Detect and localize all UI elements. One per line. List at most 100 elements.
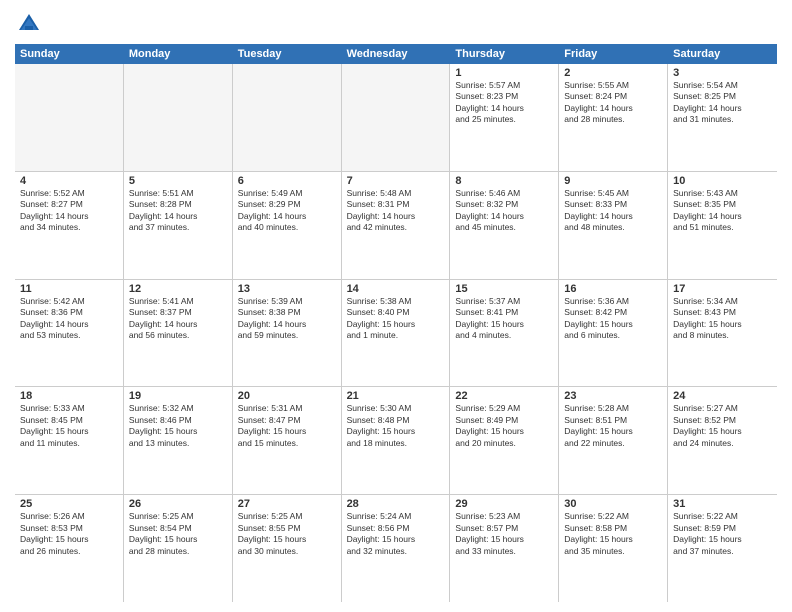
- day-number: 28: [347, 498, 445, 510]
- table-row: 15Sunrise: 5:37 AM Sunset: 8:41 PM Dayli…: [450, 280, 559, 387]
- day-number: 29: [455, 498, 553, 510]
- table-row: 23Sunrise: 5:28 AM Sunset: 8:51 PM Dayli…: [559, 387, 668, 494]
- calendar: SundayMondayTuesdayWednesdayThursdayFrid…: [15, 44, 777, 602]
- table-row: 7Sunrise: 5:48 AM Sunset: 8:31 PM Daylig…: [342, 172, 451, 279]
- day-number: 30: [564, 498, 662, 510]
- calendar-header: SundayMondayTuesdayWednesdayThursdayFrid…: [15, 44, 777, 64]
- day-info: Sunrise: 5:23 AM Sunset: 8:57 PM Dayligh…: [455, 511, 553, 557]
- day-info: Sunrise: 5:45 AM Sunset: 8:33 PM Dayligh…: [564, 188, 662, 234]
- calendar-row-4: 25Sunrise: 5:26 AM Sunset: 8:53 PM Dayli…: [15, 495, 777, 602]
- day-info: Sunrise: 5:33 AM Sunset: 8:45 PM Dayligh…: [20, 403, 118, 449]
- table-row: 4Sunrise: 5:52 AM Sunset: 8:27 PM Daylig…: [15, 172, 124, 279]
- calendar-row-1: 4Sunrise: 5:52 AM Sunset: 8:27 PM Daylig…: [15, 172, 777, 280]
- table-row: 12Sunrise: 5:41 AM Sunset: 8:37 PM Dayli…: [124, 280, 233, 387]
- day-number: 18: [20, 390, 118, 402]
- day-number: 24: [673, 390, 772, 402]
- table-row: 16Sunrise: 5:36 AM Sunset: 8:42 PM Dayli…: [559, 280, 668, 387]
- day-number: 6: [238, 175, 336, 187]
- table-row: 27Sunrise: 5:25 AM Sunset: 8:55 PM Dayli…: [233, 495, 342, 602]
- day-number: 10: [673, 175, 772, 187]
- table-row: 24Sunrise: 5:27 AM Sunset: 8:52 PM Dayli…: [668, 387, 777, 494]
- day-info: Sunrise: 5:22 AM Sunset: 8:58 PM Dayligh…: [564, 511, 662, 557]
- day-number: 19: [129, 390, 227, 402]
- day-info: Sunrise: 5:42 AM Sunset: 8:36 PM Dayligh…: [20, 296, 118, 342]
- table-row: 31Sunrise: 5:22 AM Sunset: 8:59 PM Dayli…: [668, 495, 777, 602]
- header-day-sunday: Sunday: [15, 44, 124, 64]
- day-number: 12: [129, 283, 227, 295]
- logo-icon: [15, 10, 43, 38]
- day-info: Sunrise: 5:41 AM Sunset: 8:37 PM Dayligh…: [129, 296, 227, 342]
- table-row: 9Sunrise: 5:45 AM Sunset: 8:33 PM Daylig…: [559, 172, 668, 279]
- day-info: Sunrise: 5:34 AM Sunset: 8:43 PM Dayligh…: [673, 296, 772, 342]
- day-number: 5: [129, 175, 227, 187]
- table-row: [124, 64, 233, 171]
- day-number: 16: [564, 283, 662, 295]
- day-number: 31: [673, 498, 772, 510]
- day-info: Sunrise: 5:26 AM Sunset: 8:53 PM Dayligh…: [20, 511, 118, 557]
- day-number: 21: [347, 390, 445, 402]
- day-info: Sunrise: 5:55 AM Sunset: 8:24 PM Dayligh…: [564, 80, 662, 126]
- day-info: Sunrise: 5:57 AM Sunset: 8:23 PM Dayligh…: [455, 80, 553, 126]
- table-row: [233, 64, 342, 171]
- day-info: Sunrise: 5:39 AM Sunset: 8:38 PM Dayligh…: [238, 296, 336, 342]
- table-row: 6Sunrise: 5:49 AM Sunset: 8:29 PM Daylig…: [233, 172, 342, 279]
- day-number: 25: [20, 498, 118, 510]
- table-row: 21Sunrise: 5:30 AM Sunset: 8:48 PM Dayli…: [342, 387, 451, 494]
- calendar-body: 1Sunrise: 5:57 AM Sunset: 8:23 PM Daylig…: [15, 64, 777, 602]
- table-row: 5Sunrise: 5:51 AM Sunset: 8:28 PM Daylig…: [124, 172, 233, 279]
- day-info: Sunrise: 5:54 AM Sunset: 8:25 PM Dayligh…: [673, 80, 772, 126]
- day-info: Sunrise: 5:31 AM Sunset: 8:47 PM Dayligh…: [238, 403, 336, 449]
- header: [15, 10, 777, 38]
- table-row: 11Sunrise: 5:42 AM Sunset: 8:36 PM Dayli…: [15, 280, 124, 387]
- day-info: Sunrise: 5:22 AM Sunset: 8:59 PM Dayligh…: [673, 511, 772, 557]
- day-number: 14: [347, 283, 445, 295]
- day-info: Sunrise: 5:30 AM Sunset: 8:48 PM Dayligh…: [347, 403, 445, 449]
- logo: [15, 10, 45, 38]
- day-info: Sunrise: 5:49 AM Sunset: 8:29 PM Dayligh…: [238, 188, 336, 234]
- day-info: Sunrise: 5:32 AM Sunset: 8:46 PM Dayligh…: [129, 403, 227, 449]
- day-info: Sunrise: 5:36 AM Sunset: 8:42 PM Dayligh…: [564, 296, 662, 342]
- table-row: 22Sunrise: 5:29 AM Sunset: 8:49 PM Dayli…: [450, 387, 559, 494]
- table-row: 14Sunrise: 5:38 AM Sunset: 8:40 PM Dayli…: [342, 280, 451, 387]
- header-day-thursday: Thursday: [450, 44, 559, 64]
- day-info: Sunrise: 5:28 AM Sunset: 8:51 PM Dayligh…: [564, 403, 662, 449]
- day-info: Sunrise: 5:25 AM Sunset: 8:54 PM Dayligh…: [129, 511, 227, 557]
- day-number: 23: [564, 390, 662, 402]
- day-info: Sunrise: 5:38 AM Sunset: 8:40 PM Dayligh…: [347, 296, 445, 342]
- day-info: Sunrise: 5:29 AM Sunset: 8:49 PM Dayligh…: [455, 403, 553, 449]
- calendar-row-0: 1Sunrise: 5:57 AM Sunset: 8:23 PM Daylig…: [15, 64, 777, 172]
- table-row: 28Sunrise: 5:24 AM Sunset: 8:56 PM Dayli…: [342, 495, 451, 602]
- table-row: 10Sunrise: 5:43 AM Sunset: 8:35 PM Dayli…: [668, 172, 777, 279]
- day-number: 2: [564, 67, 662, 79]
- table-row: [15, 64, 124, 171]
- table-row: 26Sunrise: 5:25 AM Sunset: 8:54 PM Dayli…: [124, 495, 233, 602]
- day-number: 15: [455, 283, 553, 295]
- day-number: 22: [455, 390, 553, 402]
- table-row: 1Sunrise: 5:57 AM Sunset: 8:23 PM Daylig…: [450, 64, 559, 171]
- day-info: Sunrise: 5:52 AM Sunset: 8:27 PM Dayligh…: [20, 188, 118, 234]
- day-info: Sunrise: 5:51 AM Sunset: 8:28 PM Dayligh…: [129, 188, 227, 234]
- day-number: 11: [20, 283, 118, 295]
- day-number: 27: [238, 498, 336, 510]
- day-number: 3: [673, 67, 772, 79]
- table-row: 8Sunrise: 5:46 AM Sunset: 8:32 PM Daylig…: [450, 172, 559, 279]
- day-number: 7: [347, 175, 445, 187]
- day-number: 17: [673, 283, 772, 295]
- day-number: 13: [238, 283, 336, 295]
- table-row: 20Sunrise: 5:31 AM Sunset: 8:47 PM Dayli…: [233, 387, 342, 494]
- day-info: Sunrise: 5:27 AM Sunset: 8:52 PM Dayligh…: [673, 403, 772, 449]
- calendar-row-3: 18Sunrise: 5:33 AM Sunset: 8:45 PM Dayli…: [15, 387, 777, 495]
- header-day-saturday: Saturday: [668, 44, 777, 64]
- header-day-wednesday: Wednesday: [342, 44, 451, 64]
- page: SundayMondayTuesdayWednesdayThursdayFrid…: [0, 0, 792, 612]
- table-row: 29Sunrise: 5:23 AM Sunset: 8:57 PM Dayli…: [450, 495, 559, 602]
- table-row: 30Sunrise: 5:22 AM Sunset: 8:58 PM Dayli…: [559, 495, 668, 602]
- table-row: [342, 64, 451, 171]
- table-row: 25Sunrise: 5:26 AM Sunset: 8:53 PM Dayli…: [15, 495, 124, 602]
- day-info: Sunrise: 5:43 AM Sunset: 8:35 PM Dayligh…: [673, 188, 772, 234]
- day-info: Sunrise: 5:48 AM Sunset: 8:31 PM Dayligh…: [347, 188, 445, 234]
- day-info: Sunrise: 5:46 AM Sunset: 8:32 PM Dayligh…: [455, 188, 553, 234]
- header-day-friday: Friday: [559, 44, 668, 64]
- day-info: Sunrise: 5:25 AM Sunset: 8:55 PM Dayligh…: [238, 511, 336, 557]
- table-row: 17Sunrise: 5:34 AM Sunset: 8:43 PM Dayli…: [668, 280, 777, 387]
